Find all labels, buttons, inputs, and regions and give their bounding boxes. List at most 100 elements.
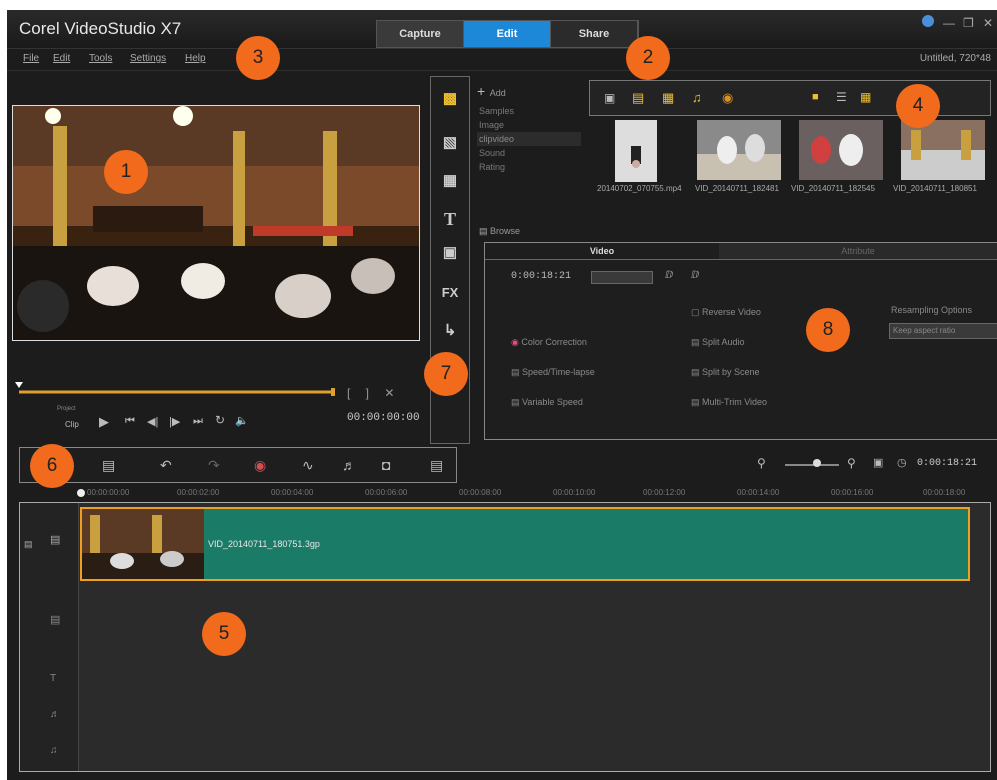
media-thumbnail[interactable] xyxy=(697,120,781,180)
add-folder-button[interactable]: + Add xyxy=(477,82,581,104)
undo-icon[interactable]: ↶ xyxy=(160,457,172,474)
media-thumbnail[interactable] xyxy=(901,120,985,180)
zoom-in-icon[interactable]: ⚲ xyxy=(847,456,856,470)
track-all-toggle[interactable]: ▤ xyxy=(24,539,33,550)
storyboard-view-icon[interactable]: ▤ xyxy=(102,457,115,474)
help-icon[interactable] xyxy=(921,14,935,31)
browse-button[interactable]: ▤ Browse xyxy=(479,226,520,237)
zoom-slider[interactable] xyxy=(785,464,839,466)
instant-project-icon[interactable]: ▧ xyxy=(440,133,460,153)
library-folder-rating[interactable]: Rating xyxy=(477,160,581,174)
end-icon[interactable]: ⏭ xyxy=(193,415,203,428)
fade-out-icon[interactable]: ⅅ xyxy=(691,270,699,281)
restore-icon[interactable]: ❐ xyxy=(963,16,974,30)
app-window: Corel VideoStudio X7 Capture Edit Share … xyxy=(7,10,997,780)
title-icon[interactable]: T xyxy=(440,209,460,229)
split-audio-icon: ▤ xyxy=(691,337,700,347)
overlay-track-icon[interactable]: ▤ xyxy=(50,613,60,626)
menu-settings[interactable]: Settings xyxy=(130,53,166,64)
preview-window[interactable] xyxy=(12,105,420,341)
menu-edit[interactable]: Edit xyxy=(53,53,70,64)
video-track-icon[interactable]: ▤ xyxy=(50,533,60,546)
callout-badge: 4 xyxy=(896,84,940,128)
app-title: Corel VideoStudio X7 xyxy=(19,19,182,38)
media-icon[interactable]: ▩ xyxy=(440,89,460,109)
fade-in-icon[interactable]: ⅅ xyxy=(665,270,673,281)
transition-icon[interactable]: ▦ xyxy=(440,171,460,191)
zoom-slider-thumb[interactable] xyxy=(813,459,821,467)
play-icon[interactable]: ▶ xyxy=(99,414,109,430)
ruler-tick: 00:00:00:00 xyxy=(87,488,130,497)
variable-speed-button[interactable]: ▤ Variable Speed xyxy=(511,397,583,408)
clip-label[interactable]: Clip xyxy=(65,420,79,429)
auto-music-icon[interactable]: ♬ xyxy=(342,457,356,473)
color-correction-button[interactable]: ◉ Color Correction xyxy=(511,337,587,348)
title-track-icon[interactable]: T xyxy=(50,673,56,684)
volume-icon[interactable]: 🔈 xyxy=(235,414,249,427)
import-icon[interactable]: ◉ xyxy=(722,90,733,106)
clip-duration[interactable]: 0:00:18:21 xyxy=(511,271,571,282)
subtitle-editor-icon[interactable]: ▤ xyxy=(430,457,443,474)
ruler-tick: 00:00:16:00 xyxy=(831,488,874,497)
callout-badge: 1 xyxy=(104,150,148,194)
show-audio-icon[interactable]: ♫ xyxy=(692,90,702,105)
previous-frame-icon[interactable]: ◀| xyxy=(147,415,158,428)
timeline-tracks[interactable]: ▤ ▤ ▤ T ♬ ♫ VID_20140711_180751.3gp xyxy=(19,502,991,772)
motion-tracking-icon[interactable]: ◘ xyxy=(382,457,390,473)
redo-icon[interactable]: ↷ xyxy=(208,457,220,474)
timeline-ruler[interactable]: 00:00:00:00 00:00:02:00 00:00:04:00 00:0… xyxy=(19,488,989,503)
minimize-icon[interactable]: — xyxy=(943,16,955,30)
volume-field[interactable] xyxy=(591,271,653,284)
fx-icon[interactable]: FX xyxy=(440,283,460,303)
media-thumbnail[interactable] xyxy=(615,120,657,182)
tab-edit[interactable]: Edit xyxy=(464,21,551,47)
thumbnail-view-icon[interactable]: ■ xyxy=(812,91,819,103)
record-capture-icon[interactable]: ◉ xyxy=(254,457,266,474)
fit-project-icon[interactable]: ▣ xyxy=(873,456,883,469)
media-thumbnail[interactable] xyxy=(799,120,883,180)
tab-capture[interactable]: Capture xyxy=(377,21,464,47)
music-track-icon[interactable]: ♫ xyxy=(50,745,58,756)
video-clip[interactable]: VID_20140711_180751.3gp xyxy=(80,507,970,581)
menu-tools[interactable]: Tools xyxy=(89,53,112,64)
split-by-scene-button[interactable]: ▤ Split by Scene xyxy=(691,367,760,378)
show-videos-icon[interactable]: ▤ xyxy=(632,90,644,106)
home-icon[interactable]: ⏮ xyxy=(125,415,135,428)
timecode-display[interactable]: 00:00:00:00 xyxy=(347,412,420,424)
ruler-tick: 00:00:14:00 xyxy=(737,488,780,497)
split-audio-button[interactable]: ▤ Split Audio xyxy=(691,337,745,348)
show-photos-icon[interactable]: ▦ xyxy=(662,90,674,106)
library-folder-sound[interactable]: Sound xyxy=(477,146,581,160)
trim-markers-icon[interactable]: [ ] ✕ xyxy=(347,386,400,400)
tab-attribute[interactable]: Attribute xyxy=(719,243,997,260)
ruler-tick: 00:00:08:00 xyxy=(459,488,502,497)
list-view-icon[interactable]: ☰ xyxy=(836,90,847,104)
playhead-marker[interactable] xyxy=(77,489,85,497)
close-icon[interactable]: ✕ xyxy=(983,16,993,30)
folder-icon[interactable]: ▣ xyxy=(604,91,615,105)
tab-video[interactable]: Video xyxy=(485,243,719,260)
next-frame-icon[interactable]: |▶ xyxy=(169,415,180,428)
library-folder-image[interactable]: Image xyxy=(477,118,581,132)
path-icon[interactable]: ↳ xyxy=(440,321,460,341)
zoom-out-icon[interactable]: ⚲ xyxy=(757,456,766,470)
menu-help[interactable]: Help xyxy=(185,53,206,64)
menu-file[interactable]: File xyxy=(23,53,39,64)
resampling-select[interactable]: Keep aspect ratio xyxy=(889,323,997,339)
project-label[interactable]: Project xyxy=(57,406,76,412)
tab-share[interactable]: Share xyxy=(551,21,638,47)
library-folder-clipvideo[interactable]: clipvideo xyxy=(477,132,581,146)
sound-mixer-icon[interactable]: ∿ xyxy=(302,457,314,474)
ruler-tick: 00:00:04:00 xyxy=(271,488,314,497)
scrubber-bar[interactable] xyxy=(15,382,337,398)
voice-track-icon[interactable]: ♬ xyxy=(50,709,60,720)
library-folder-samples[interactable]: Samples xyxy=(477,104,581,118)
thumbnail-caption: VID_20140711_182545 xyxy=(791,184,875,193)
graphic-icon[interactable]: ▣ xyxy=(440,243,460,263)
grid-view-icon[interactable]: ▦ xyxy=(860,90,871,104)
speed-timelapse-button[interactable]: ▤ Speed/Time-lapse xyxy=(511,367,595,378)
reverse-video-checkbox[interactable]: ▢ Reverse Video xyxy=(691,307,761,318)
repeat-icon[interactable]: ↻ xyxy=(215,413,225,427)
timeline-toolbar: ▤ ↶ ↷ ◉ ∿ ♬ ◘ ▤ xyxy=(19,447,457,483)
multi-trim-button[interactable]: ▤ Multi-Trim Video xyxy=(691,397,767,408)
